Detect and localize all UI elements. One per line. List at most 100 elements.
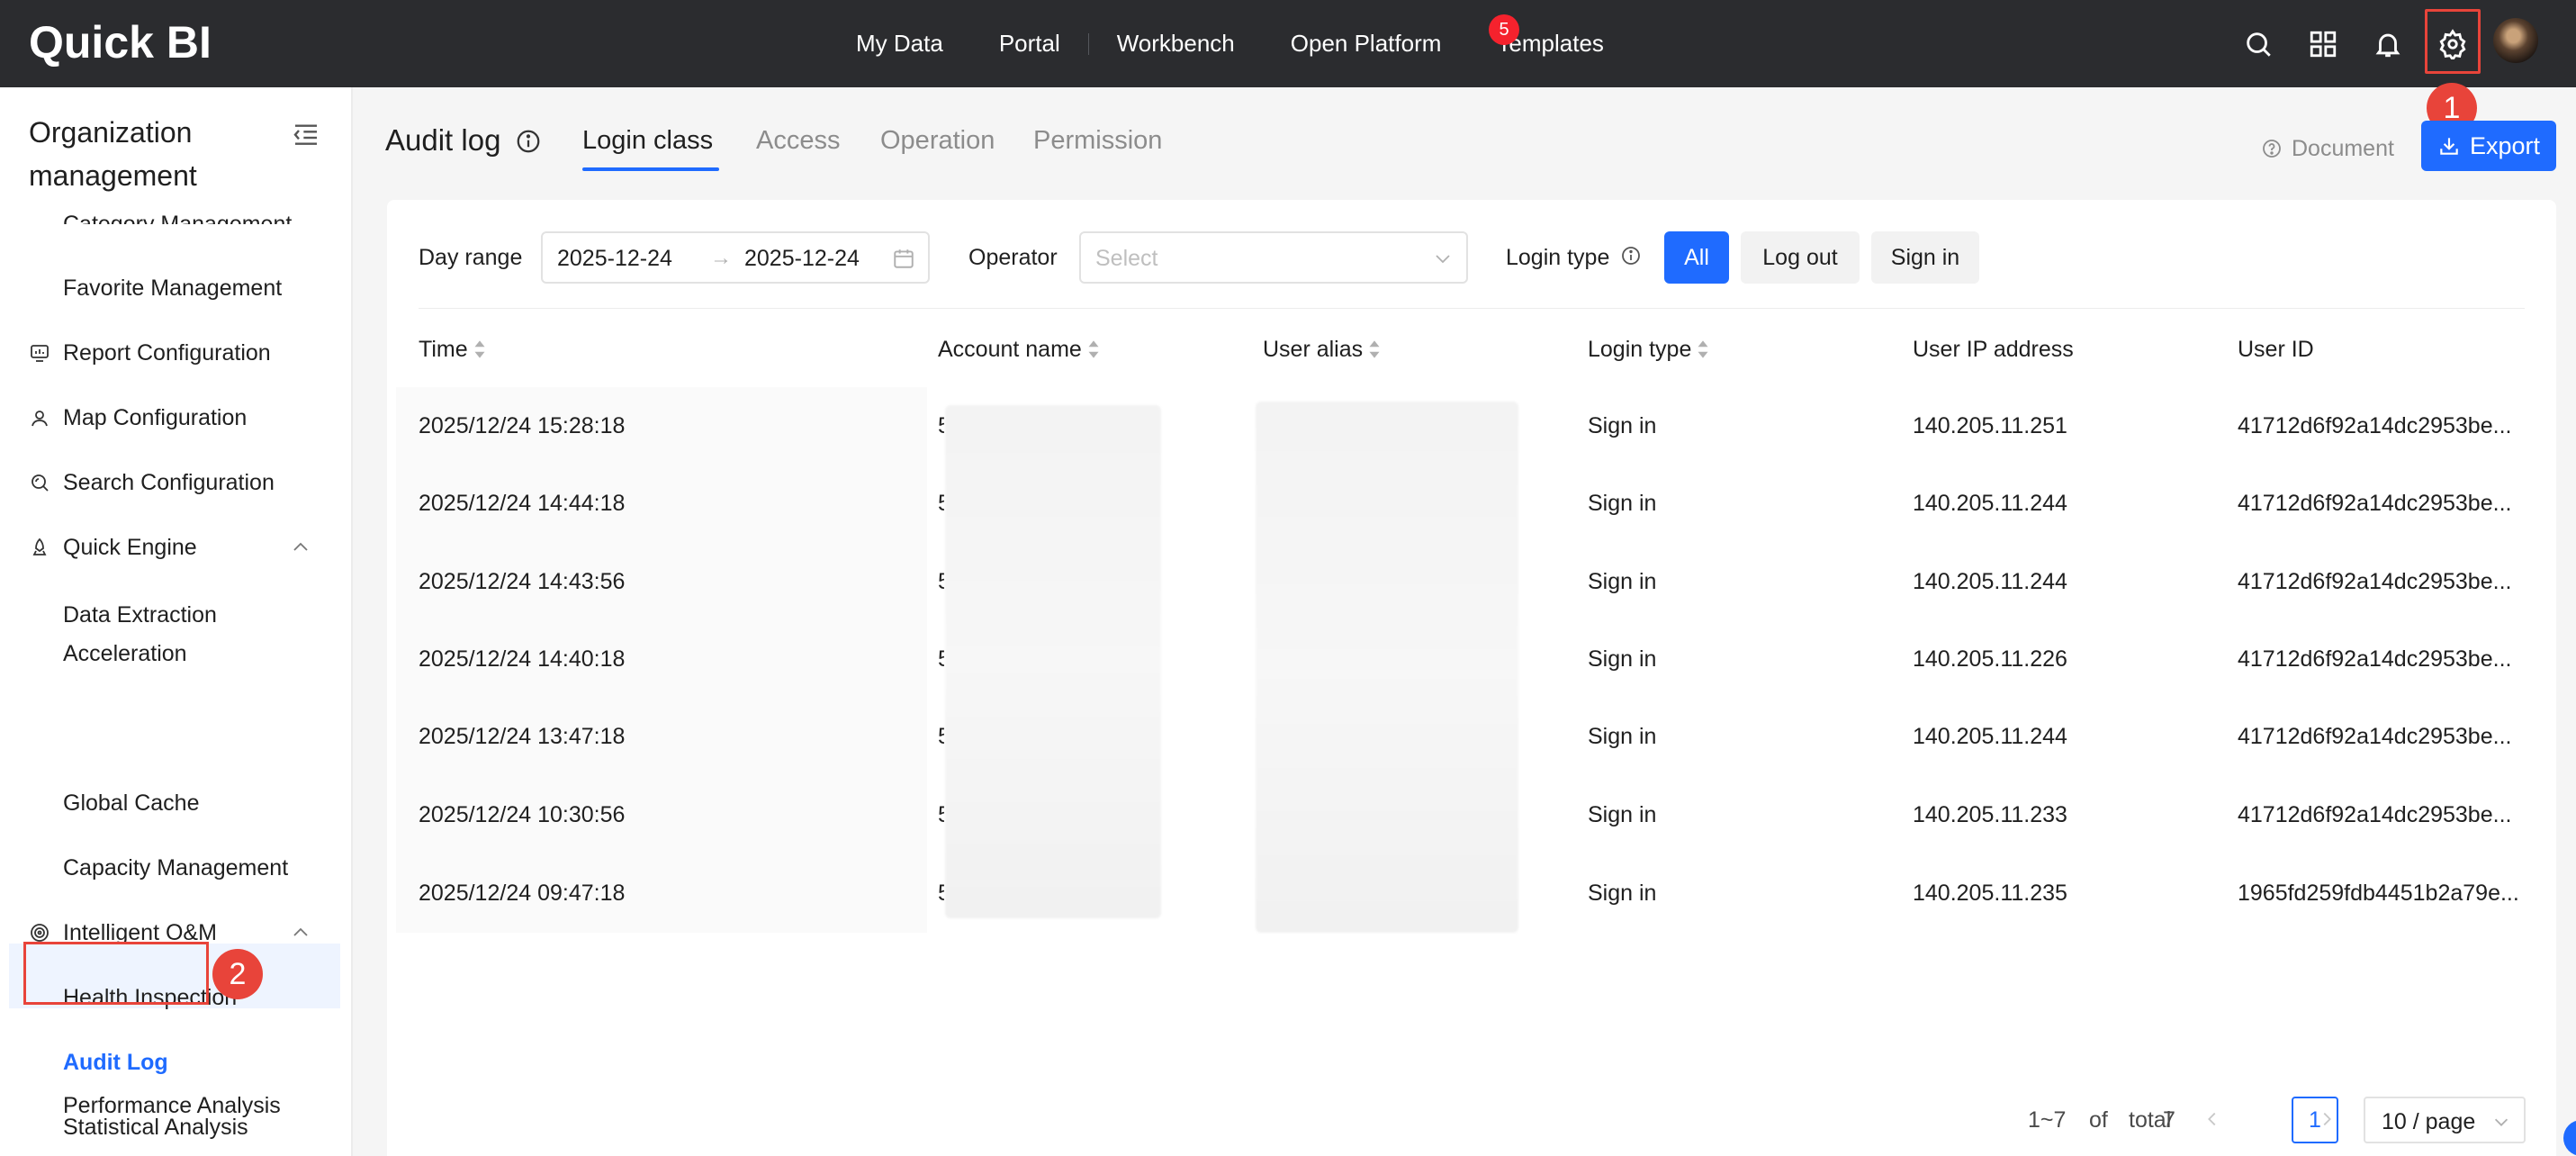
redacted-user-aliases bbox=[1256, 402, 1518, 933]
map-pin-icon bbox=[32, 411, 48, 427]
bell-icon[interactable] bbox=[2364, 20, 2412, 68]
column-header-user-ip: User IP address bbox=[1913, 335, 2074, 364]
nav-templates[interactable]: Templates bbox=[1469, 0, 1632, 87]
filter-divider bbox=[419, 308, 2525, 309]
sidebar-item-category-management[interactable]: Category Management bbox=[63, 212, 292, 224]
cell-account-name: 5 bbox=[938, 724, 944, 749]
cell-login-type: Sign in bbox=[1588, 646, 1657, 672]
login-type-signin-button[interactable]: Sign in bbox=[1871, 231, 1979, 284]
login-type-logout-button[interactable]: Log out bbox=[1741, 231, 1860, 284]
export-button-label: Export bbox=[2469, 131, 2541, 159]
cell-time: 2025/12/24 14:40:18 bbox=[419, 646, 626, 672]
cell-login-type: Sign in bbox=[1588, 413, 1657, 438]
sort-icon[interactable] bbox=[1368, 339, 1381, 359]
nav-my-data[interactable]: My Data bbox=[828, 0, 971, 87]
cell-user-ip: 140.205.11.226 bbox=[1913, 646, 2067, 672]
cell-user-id: 41712d6f92a14dc2953be... bbox=[2238, 802, 2512, 827]
nav-portal[interactable]: Portal bbox=[971, 0, 1088, 87]
cell-account-name: 5 bbox=[938, 491, 944, 516]
top-nav: My Data Portal Workbench Open Platform T… bbox=[828, 0, 1632, 87]
document-link-label: Document bbox=[2292, 136, 2394, 161]
sort-icon[interactable] bbox=[1697, 339, 1709, 359]
audit-log-highlight-box bbox=[23, 942, 209, 1005]
login-type-label: Login type bbox=[1506, 245, 1610, 270]
cell-time: 2025/12/24 10:30:56 bbox=[419, 802, 626, 827]
search-icon[interactable] bbox=[2234, 20, 2283, 68]
quick-bi-logo[interactable]: Quick BI bbox=[29, 13, 212, 72]
page-size-value: 10 / page bbox=[2382, 1109, 2476, 1134]
cell-account-name: 5 bbox=[938, 646, 944, 672]
apps-grid-icon[interactable] bbox=[2299, 20, 2347, 68]
cell-login-type: Sign in bbox=[1588, 724, 1657, 749]
operator-label: Operator bbox=[968, 245, 1058, 270]
document-link[interactable]: Document bbox=[2261, 135, 2394, 162]
calendar-icon[interactable] bbox=[892, 247, 915, 270]
cell-user-ip: 140.205.11.244 bbox=[1913, 724, 2067, 749]
tab-permission[interactable]: Permission bbox=[1033, 124, 1162, 157]
cell-login-type: Sign in bbox=[1588, 491, 1657, 516]
chevron-up-icon[interactable] bbox=[290, 922, 311, 944]
column-header-label: Login type bbox=[1588, 337, 1692, 362]
help-circle-icon bbox=[2263, 140, 2281, 158]
cell-account-name: 5 bbox=[938, 881, 944, 906]
tab-access[interactable]: Access bbox=[756, 124, 840, 157]
column-header-login-type[interactable]: Login type bbox=[1588, 335, 1709, 364]
step-marker-2: 2 bbox=[212, 949, 263, 999]
operator-select[interactable]: Select bbox=[1079, 231, 1468, 284]
sidebar-item-label: Quick Engine bbox=[63, 535, 197, 560]
cell-login-type: Sign in bbox=[1588, 802, 1657, 827]
export-button[interactable]: Export bbox=[2421, 121, 2556, 171]
info-icon[interactable] bbox=[1620, 245, 1642, 266]
nav-open-platform[interactable]: Open Platform bbox=[1263, 0, 1470, 87]
tab-login-class[interactable]: Login class bbox=[582, 124, 713, 157]
start-date-input[interactable]: 2025-12-24 bbox=[557, 244, 672, 273]
column-header-time[interactable]: Time bbox=[419, 335, 486, 364]
info-icon[interactable] bbox=[515, 128, 542, 155]
column-header-account-name[interactable]: Account name bbox=[938, 335, 1100, 364]
avatar[interactable] bbox=[2493, 18, 2538, 63]
cell-time: 2025/12/24 15:28:18 bbox=[419, 413, 626, 438]
cell-user-id: 41712d6f92a14dc2953be... bbox=[2238, 724, 2512, 749]
chevron-down-icon bbox=[1436, 255, 1450, 264]
page-title: Audit log bbox=[385, 123, 501, 157]
cell-login-type: Sign in bbox=[1588, 569, 1657, 594]
column-header-label: Account name bbox=[938, 337, 1082, 362]
cell-account-name: 5 bbox=[938, 569, 944, 594]
sidebar-item-label: Capacity Management bbox=[63, 855, 289, 881]
page-size-select[interactable]: 10 / page bbox=[2364, 1097, 2526, 1143]
day-range-picker[interactable]: 2025-12-24 → 2025-12-24 bbox=[541, 231, 930, 284]
column-header-label: User IP address bbox=[1913, 337, 2074, 362]
sidebar-item-label: Data Extraction Acceleration bbox=[63, 602, 217, 666]
collapse-menu-icon[interactable] bbox=[292, 120, 320, 149]
engine-icon bbox=[32, 537, 47, 555]
column-header-user-alias[interactable]: User alias bbox=[1263, 335, 1381, 364]
search-config-icon bbox=[32, 474, 49, 492]
sort-icon[interactable] bbox=[473, 339, 486, 359]
sidebar-item-label: Map Configuration bbox=[63, 405, 248, 430]
notification-badge: 5 bbox=[1489, 14, 1519, 45]
gear-highlight-box bbox=[2425, 9, 2481, 74]
sidebar-item-label: Audit Log bbox=[63, 1050, 168, 1075]
tab-operation[interactable]: Operation bbox=[880, 124, 995, 157]
end-date-input[interactable]: 2025-12-24 bbox=[744, 244, 860, 273]
cell-user-id: 41712d6f92a14dc2953be... bbox=[2238, 413, 2512, 438]
column-header-label: Time bbox=[419, 337, 468, 362]
redacted-account-names bbox=[945, 405, 1161, 918]
sidebar-title: Organization management bbox=[29, 116, 197, 192]
prev-page-icon[interactable] bbox=[2202, 1109, 2222, 1129]
cell-user-id: 41712d6f92a14dc2953be... bbox=[2238, 569, 2512, 594]
pagination-range: 1~7 bbox=[2028, 1107, 2067, 1133]
cell-user-ip: 140.205.11.251 bbox=[1913, 413, 2067, 438]
chevron-up-icon[interactable] bbox=[290, 537, 311, 558]
pagination-of: of bbox=[2089, 1107, 2108, 1133]
login-type-all-button[interactable]: All bbox=[1664, 231, 1729, 284]
cell-time: 2025/12/24 14:44:18 bbox=[419, 491, 626, 516]
sort-icon[interactable] bbox=[1087, 339, 1100, 359]
nav-workbench[interactable]: Workbench bbox=[1089, 0, 1263, 87]
next-page-icon[interactable] bbox=[2317, 1109, 2337, 1129]
cell-user-ip: 140.205.11.235 bbox=[1913, 881, 2067, 906]
floating-help-button[interactable] bbox=[2563, 1120, 2576, 1156]
cell-time: 2025/12/24 13:47:18 bbox=[419, 724, 626, 749]
cell-time: 2025/12/24 14:43:56 bbox=[419, 569, 626, 594]
top-navigation-bar: Quick BI My Data Portal Workbench Open P… bbox=[0, 0, 2576, 87]
